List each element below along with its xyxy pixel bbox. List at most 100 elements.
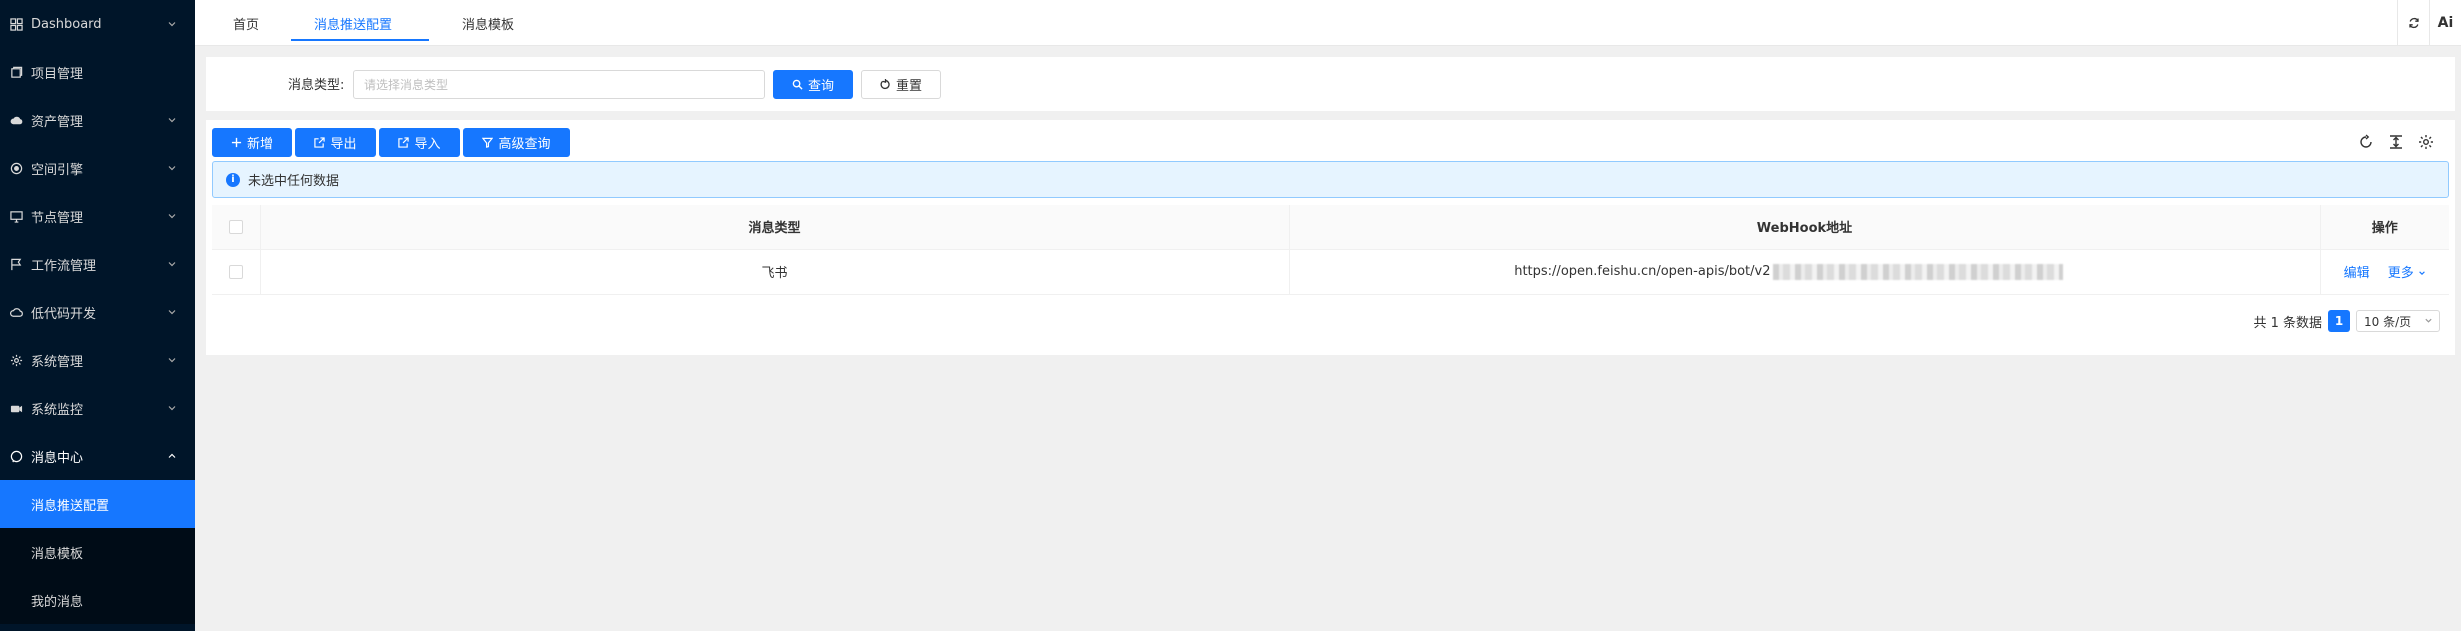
add-button[interactable]: 新增	[212, 128, 292, 157]
filter-icon	[482, 137, 494, 148]
sidebar-item-label: 项目管理	[31, 66, 84, 82]
cloud-outline-icon	[9, 305, 23, 319]
column-height-button[interactable]	[2387, 133, 2405, 151]
chevron-down-icon	[168, 118, 176, 123]
chevron-down-icon	[168, 310, 176, 315]
sidebar-item-workflow[interactable]: 工作流管理	[0, 240, 195, 288]
page-1-button[interactable]: 1	[2328, 310, 2350, 332]
chevron-down-icon	[2419, 271, 2425, 275]
info-icon: i	[226, 172, 240, 187]
sidebar-subitem-templates[interactable]: 消息模板	[0, 528, 195, 576]
query-button-label: 查询	[807, 79, 834, 94]
chevron-down-icon	[168, 406, 176, 411]
column-header-webhook[interactable]: WebHook地址	[1289, 205, 2321, 250]
sidebar-item-dashboard[interactable]: Dashboard	[0, 0, 195, 48]
sidebar-item-label: 节点管理	[31, 210, 84, 226]
table-header-row: 消息类型 WebHook地址 操作	[212, 205, 2449, 250]
sidebar-item-label: 系统监控	[31, 402, 84, 418]
chevron-down-icon	[168, 358, 176, 363]
monitor-icon	[9, 209, 23, 223]
chevron-down-icon	[168, 262, 176, 267]
sidebar-item-label: 消息中心	[31, 450, 84, 466]
select-all-cell	[212, 205, 261, 250]
select-all-checkbox[interactable]	[228, 219, 243, 234]
sidebar-item-label: 工作流管理	[31, 258, 97, 274]
pagination: 共 1 条数据 1 10 条/页	[2253, 310, 2440, 332]
redacted-token	[1772, 263, 2063, 280]
sidebar-item-message-center[interactable]: 消息中心	[0, 432, 195, 480]
row-select-cell	[212, 249, 261, 295]
chevron-down-icon	[2425, 318, 2432, 323]
refresh-button[interactable]	[2397, 0, 2429, 46]
table-settings-button[interactable]	[2417, 133, 2435, 151]
sidebar-item-label: 系统管理	[31, 354, 84, 370]
message-type-select[interactable]	[353, 70, 765, 99]
sidebar-item-system[interactable]: 系统管理	[0, 336, 195, 384]
sidebar-subitem-my-messages[interactable]: 我的消息	[0, 576, 195, 624]
space-icon	[9, 161, 23, 175]
export-icon	[314, 137, 326, 148]
ai-button[interactable]: Ai	[2429, 0, 2461, 46]
advanced-query-button[interactable]: 高级查询	[463, 128, 570, 157]
sidebar-item-lowcode[interactable]: 低代码开发	[0, 288, 195, 336]
flag-icon	[9, 257, 23, 271]
chevron-down-icon	[168, 214, 176, 219]
export-button[interactable]: 导出	[295, 128, 376, 157]
active-tab-indicator	[291, 39, 429, 41]
message-type-label: 消息类型:	[288, 78, 345, 93]
edit-link[interactable]: 编辑	[2344, 266, 2370, 281]
advanced-query-button-label: 高级查询	[498, 137, 551, 152]
column-header-actions: 操作	[2320, 205, 2449, 250]
chevron-up-icon	[168, 453, 176, 458]
table-row[interactable]: 飞书 https://open.feishu.cn/open-apis/bot/…	[212, 249, 2449, 295]
table-panel: 新增 导出 导入 高级查询 i 未选中任何数据 消息类型 WebHook地址 操…	[206, 120, 2455, 355]
sidebar: Dashboard 项目管理 资产管理 空间引擎 节点管理 工作流管理 低代码开…	[0, 0, 195, 631]
import-button-label: 导入	[414, 137, 441, 152]
tab-templates[interactable]: 消息模板	[462, 14, 514, 33]
data-table: 消息类型 WebHook地址 操作 飞书 https://open.feishu…	[212, 205, 2449, 295]
reset-button[interactable]: 重置	[861, 70, 941, 99]
chevron-down-icon	[168, 22, 176, 27]
selection-alert: i 未选中任何数据	[212, 161, 2449, 198]
table-tools	[2357, 133, 2435, 151]
page-size-select[interactable]: 10 条/页	[2356, 310, 2440, 332]
row-checkbox[interactable]	[228, 264, 243, 279]
tab-home[interactable]: 首页	[233, 14, 259, 33]
sidebar-item-assets[interactable]: 资产管理	[0, 96, 195, 144]
column-header-type[interactable]: 消息类型	[260, 205, 1290, 250]
reload-table-button[interactable]	[2357, 133, 2375, 151]
cell-webhook: https://open.feishu.cn/open-apis/bot/v2	[1289, 249, 2321, 295]
more-link-label: 更多	[2387, 266, 2414, 281]
sidebar-item-label: 资产管理	[31, 114, 84, 130]
sidebar-item-projects[interactable]: 项目管理	[0, 48, 195, 96]
column-height-icon	[2390, 135, 2402, 149]
search-panel: 消息类型: 查询 重置	[206, 57, 2455, 111]
chevron-down-icon	[168, 166, 176, 171]
project-icon	[9, 65, 23, 79]
tab-push-config[interactable]: 消息推送配置	[314, 14, 392, 33]
sidebar-item-label: Dashboard	[31, 16, 102, 32]
sidebar-item-space-engine[interactable]: 空间引擎	[0, 144, 195, 192]
cloud-icon	[9, 113, 23, 127]
cell-actions: 编辑 更多	[2320, 249, 2449, 295]
reset-icon	[880, 79, 890, 90]
reload-icon	[2360, 134, 2372, 148]
sidebar-item-monitor[interactable]: 系统监控	[0, 384, 195, 432]
sidebar-item-label: 空间引擎	[31, 162, 84, 178]
add-button-label: 新增	[246, 137, 273, 152]
sidebar-item-label: 低代码开发	[31, 306, 97, 322]
refresh-icon	[2408, 17, 2419, 29]
dashboard-icon	[9, 17, 23, 31]
gear-icon	[9, 353, 23, 367]
topbar-actions: Ai	[2397, 0, 2461, 46]
query-button[interactable]: 查询	[773, 70, 853, 99]
selection-alert-text: 未选中任何数据	[248, 174, 340, 189]
sidebar-item-nodes[interactable]: 节点管理	[0, 192, 195, 240]
message-icon	[9, 449, 23, 463]
tab-bar: 首页 消息推送配置 消息模板 Ai	[195, 0, 2461, 46]
sidebar-subitem-push-config[interactable]: 消息推送配置	[0, 480, 195, 528]
more-link[interactable]: 更多	[2388, 266, 2426, 281]
cell-type: 飞书	[260, 249, 1290, 295]
search-icon	[792, 79, 803, 90]
import-button[interactable]: 导入	[379, 128, 460, 157]
